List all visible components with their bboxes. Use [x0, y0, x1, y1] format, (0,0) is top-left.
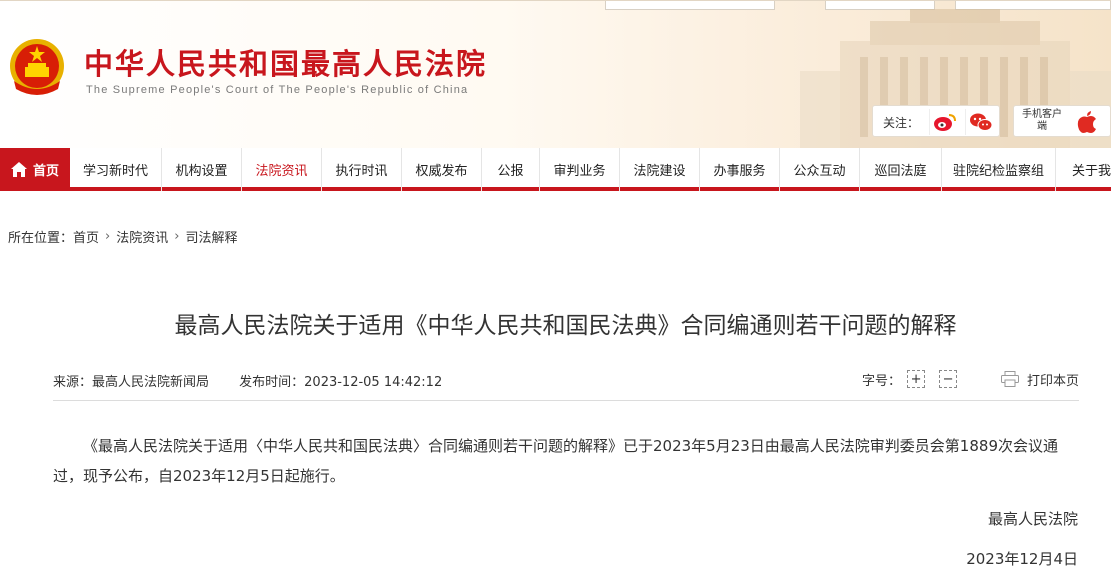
nav-item-discipline-group[interactable]: 驻院纪检监察组 — [942, 148, 1056, 191]
breadcrumb: 所在位置： 首页 › 法院资讯 › 司法解释 — [8, 227, 237, 246]
nav-item-label: 巡回法庭 — [874, 164, 927, 179]
article-body-paragraph: 《最高人民法院关于适用〈中华人民共和国民法典〉合同编通则若干问题的解释》已于20… — [53, 437, 1058, 485]
nav-item-label: 学习新时代 — [82, 164, 148, 179]
site-subtitle: The Supreme People's Court of The People… — [86, 84, 469, 96]
signature-date: 2023年12月4日 — [966, 550, 1078, 568]
font-decrease-button[interactable]: − — [939, 370, 958, 388]
home-icon — [10, 162, 27, 177]
article-title: 最高人民法院关于适用《中华人民共和国民法典》合同编通则若干问题的解释 — [174, 313, 957, 339]
nav-item-gazette[interactable]: 公报 — [482, 148, 540, 191]
breadcrumb-judicial-interpretation[interactable]: 司法解释 — [185, 227, 237, 246]
breadcrumb-prefix: 所在位置： — [8, 231, 74, 246]
follow-label: 关注： — [883, 116, 920, 130]
nav-item-label: 机构设置 — [175, 164, 228, 179]
nav-item-study[interactable]: 学习新时代 — [70, 148, 162, 191]
nav-item-label: 驻院纪检监察组 — [952, 164, 1044, 179]
nav-item-trial-business[interactable]: 审判业务 — [540, 148, 620, 191]
nav-item-court-construction[interactable]: 法院建设 — [620, 148, 700, 191]
nav-item-authoritative-release[interactable]: 权威发布 — [402, 148, 482, 191]
print-page-link[interactable]: 打印本页 — [1027, 370, 1079, 389]
article-publish-time: 发布时间：2023-12-05 14:42:12 — [239, 375, 443, 390]
wechat-icon[interactable] — [965, 109, 995, 135]
breadcrumb-court-news[interactable]: 法院资讯 — [116, 227, 168, 246]
mobile-app-label[interactable]: 手机客户端 — [1020, 109, 1064, 133]
nav-item-label: 公报 — [497, 164, 524, 179]
nav-item-label: 审判业务 — [553, 164, 606, 179]
font-size-label: 字号： — [862, 373, 902, 389]
nav-item-court-news[interactable]: 法院资讯 — [242, 148, 322, 191]
weibo-icon[interactable] — [929, 109, 959, 135]
top-link-bar — [605, 1, 775, 10]
article-tools: 字号： + − 打印本页 — [862, 368, 1079, 390]
article-meta: 来源：最高人民法院新闻局 发布时间：2023-12-05 14:42:12 — [53, 371, 442, 390]
national-emblem-icon — [10, 39, 64, 95]
signature-organization: 最高人民法院 — [987, 510, 1078, 528]
social-follow-box: 关注： — [872, 105, 1000, 137]
font-increase-button[interactable]: + — [907, 370, 926, 388]
chevron-right-icon: › — [174, 229, 180, 244]
mobile-app-box: 手机客户端 — [1013, 105, 1111, 137]
nav-item-circuit-court[interactable]: 巡回法庭 — [860, 148, 942, 191]
nav-item-organization[interactable]: 机构设置 — [162, 148, 242, 191]
nav-item-label: 首页 — [32, 164, 59, 179]
meta-divider — [53, 400, 1079, 401]
printer-icon[interactable] — [1001, 371, 1020, 387]
article-source: 来源：最高人民法院新闻局 — [53, 375, 210, 390]
main-nav: 首页 学习新时代 机构设置 法院资讯 执行时讯 权威发布 公报 审判业务 法院建… — [0, 148, 1111, 191]
chevron-right-icon: › — [105, 229, 111, 244]
nav-item-services[interactable]: 办事服务 — [700, 148, 780, 191]
nav-item-label: 法院建设 — [633, 164, 686, 179]
nav-item-home[interactable]: 首页 — [0, 148, 70, 191]
nav-item-label: 法院资讯 — [255, 164, 308, 179]
nav-item-label: 办事服务 — [713, 164, 766, 179]
nav-item-about[interactable]: 关于我们 — [1056, 148, 1111, 191]
site-title[interactable]: 中华人民共和国最高人民法院 — [84, 41, 487, 83]
nav-item-enforcement-news[interactable]: 执行时讯 — [322, 148, 402, 191]
nav-item-label: 关于我们 — [1072, 164, 1111, 179]
nav-item-label: 执行时讯 — [335, 164, 388, 179]
nav-item-public-interaction[interactable]: 公众互动 — [780, 148, 860, 191]
breadcrumb-home[interactable]: 首页 — [73, 227, 99, 246]
site-header: 中华人民共和国最高人民法院 The Supreme People's Court… — [0, 0, 1111, 148]
apple-icon[interactable] — [1070, 108, 1104, 136]
nav-item-label: 公众互动 — [793, 164, 846, 179]
nav-item-label: 权威发布 — [415, 164, 468, 179]
